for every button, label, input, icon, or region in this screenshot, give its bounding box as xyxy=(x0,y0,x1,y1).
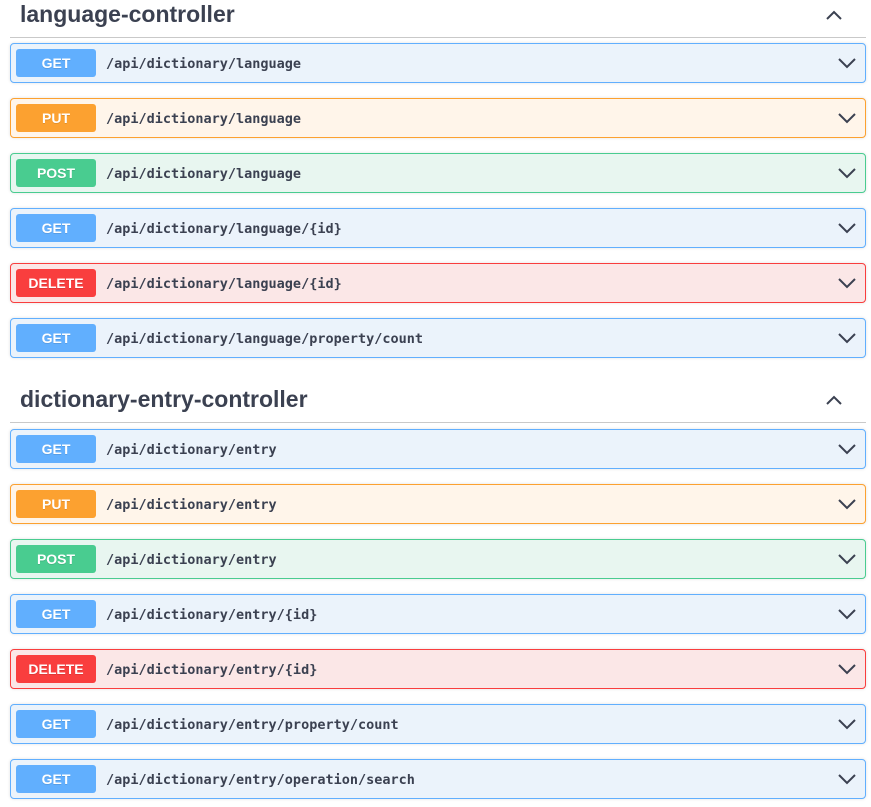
operation-path: /api/dictionary/language xyxy=(106,56,302,72)
chevron-down-icon[interactable] xyxy=(838,223,856,234)
chevron-down-icon[interactable] xyxy=(838,168,856,179)
operation-path: /api/dictionary/language/property/count xyxy=(106,331,423,347)
section-header-language-controller[interactable]: language-controller xyxy=(10,0,866,38)
chevron-down-icon[interactable] xyxy=(838,664,856,675)
method-badge: GET xyxy=(16,765,96,793)
operation-post-entry[interactable]: POST /api/dictionary/entry xyxy=(10,539,866,579)
method-badge: GET xyxy=(16,435,96,463)
chevron-down-icon[interactable] xyxy=(838,719,856,730)
method-badge: PUT xyxy=(16,490,96,518)
operation-get-language[interactable]: GET /api/dictionary/language xyxy=(10,43,866,83)
operation-get-language-id[interactable]: GET /api/dictionary/language/{id} xyxy=(10,208,866,248)
operation-path: /api/dictionary/entry xyxy=(106,552,277,568)
operation-get-entry[interactable]: GET /api/dictionary/entry xyxy=(10,429,866,469)
method-badge: GET xyxy=(16,600,96,628)
section-header-dictionary-entry-controller[interactable]: dictionary-entry-controller xyxy=(10,385,866,423)
operation-path: /api/dictionary/entry/{id} xyxy=(106,662,318,678)
operation-path: /api/dictionary/language/{id} xyxy=(106,276,342,292)
chevron-down-icon[interactable] xyxy=(838,609,856,620)
operation-path: /api/dictionary/language xyxy=(106,111,302,127)
swagger-page: language-controller GET /api/dictionary/… xyxy=(0,0,871,807)
operation-delete-language-id[interactable]: DELETE /api/dictionary/language/{id} xyxy=(10,263,866,303)
operation-put-entry[interactable]: PUT /api/dictionary/entry xyxy=(10,484,866,524)
section-title: language-controller xyxy=(20,1,235,27)
operation-path: /api/dictionary/entry/property/count xyxy=(106,717,399,733)
chevron-down-icon[interactable] xyxy=(838,499,856,510)
method-badge: POST xyxy=(16,159,96,187)
operation-get-entry-property-count[interactable]: GET /api/dictionary/entry/property/count xyxy=(10,704,866,744)
section-title: dictionary-entry-controller xyxy=(20,386,308,412)
chevron-down-icon[interactable] xyxy=(838,333,856,344)
method-badge: GET xyxy=(16,324,96,352)
operation-put-language[interactable]: PUT /api/dictionary/language xyxy=(10,98,866,138)
operation-post-language[interactable]: POST /api/dictionary/language xyxy=(10,153,866,193)
operation-path: /api/dictionary/entry/{id} xyxy=(106,607,318,623)
operation-path: /api/dictionary/entry/operation/search xyxy=(106,772,415,788)
operation-get-entry-operation-search[interactable]: GET /api/dictionary/entry/operation/sear… xyxy=(10,759,866,799)
operation-get-entry-id[interactable]: GET /api/dictionary/entry/{id} xyxy=(10,594,866,634)
operation-delete-entry-id[interactable]: DELETE /api/dictionary/entry/{id} xyxy=(10,649,866,689)
operation-path: /api/dictionary/entry xyxy=(106,497,277,513)
operation-path: /api/dictionary/language/{id} xyxy=(106,221,342,237)
chevron-down-icon[interactable] xyxy=(838,113,856,124)
chevron-down-icon[interactable] xyxy=(838,774,856,785)
chevron-down-icon[interactable] xyxy=(838,278,856,289)
method-badge: GET xyxy=(16,49,96,77)
chevron-down-icon[interactable] xyxy=(838,58,856,69)
chevron-up-icon[interactable] xyxy=(826,394,842,406)
method-badge: POST xyxy=(16,545,96,573)
method-badge: GET xyxy=(16,710,96,738)
method-badge: DELETE xyxy=(16,269,96,297)
operation-path: /api/dictionary/language xyxy=(106,166,302,182)
chevron-up-icon[interactable] xyxy=(826,9,842,21)
chevron-down-icon[interactable] xyxy=(838,554,856,565)
method-badge: PUT xyxy=(16,104,96,132)
chevron-down-icon[interactable] xyxy=(838,444,856,455)
method-badge: GET xyxy=(16,214,96,242)
operation-get-language-property-count[interactable]: GET /api/dictionary/language/property/co… xyxy=(10,318,866,358)
operation-path: /api/dictionary/entry xyxy=(106,442,277,458)
method-badge: DELETE xyxy=(16,655,96,683)
